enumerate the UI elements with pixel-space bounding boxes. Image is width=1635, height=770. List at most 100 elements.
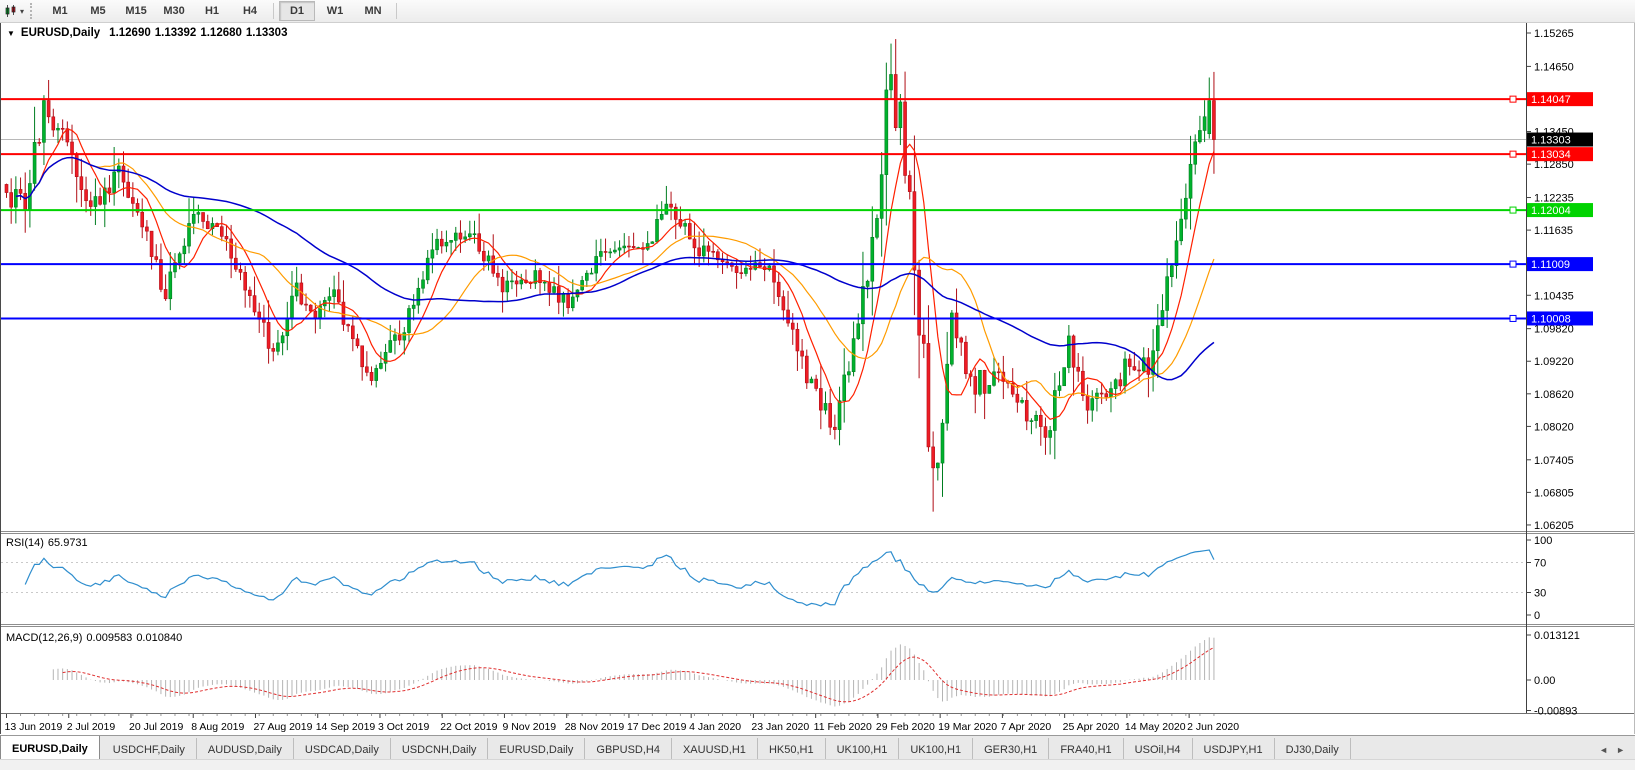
candle-body xyxy=(47,101,50,117)
timeframe-button-m15[interactable]: M15 xyxy=(118,1,154,21)
candle-body xyxy=(777,282,780,296)
candle-body xyxy=(398,335,401,340)
candle-body xyxy=(155,257,158,260)
chart-pointer-icon[interactable]: ▾ xyxy=(0,1,28,21)
candle-body xyxy=(220,227,223,237)
candle-body xyxy=(983,370,986,393)
candle-body xyxy=(14,189,17,207)
mt4-window: ▾ M1M5M15M30H1H4 D1W1MN RSI(14)65.9731 MA… xyxy=(0,0,1635,770)
ohlc-open: 1.12690 xyxy=(109,27,151,39)
y-axis-tick-label: 1.15265 xyxy=(1534,28,1574,40)
date-label: 8 Aug 2019 xyxy=(191,721,244,733)
chart-tab-eurusd-daily[interactable]: EURUSD,Daily xyxy=(0,736,100,759)
candle-body xyxy=(56,128,59,130)
candle-body xyxy=(454,233,457,240)
tab-scroll-left-icon[interactable]: ◄ xyxy=(1599,745,1608,755)
candle-body xyxy=(941,423,944,463)
timeframe-button-mn[interactable]: MN xyxy=(355,1,391,21)
candle-body xyxy=(276,343,279,351)
chart-tab-usdchf-daily[interactable]: USDCHF,Daily xyxy=(102,738,197,759)
chart-symbol-label: EURUSD,Daily xyxy=(21,27,100,39)
candle-body xyxy=(946,364,949,423)
candle-body xyxy=(52,117,55,130)
candle-body xyxy=(1063,368,1066,386)
candle-body xyxy=(726,262,729,263)
chart-tab-xauusd-h1[interactable]: XAUUSD,H1 xyxy=(672,738,758,759)
candle-body xyxy=(618,248,621,250)
timeframe-button-d1[interactable]: D1 xyxy=(279,1,315,21)
candle-body xyxy=(955,313,958,338)
candle-body xyxy=(361,346,364,367)
candle-body xyxy=(1100,393,1103,394)
chart-tab-usdcad-daily[interactable]: USDCAD,Daily xyxy=(294,738,391,759)
candle-body xyxy=(1081,371,1084,395)
rsi-scale-label: 0 xyxy=(1534,610,1540,622)
candle-body xyxy=(702,246,705,256)
timeframe-button-h1[interactable]: H1 xyxy=(194,1,230,21)
candle-body xyxy=(1128,359,1131,367)
candle-body xyxy=(42,101,45,143)
candle-body xyxy=(38,142,41,143)
candle-body xyxy=(61,128,64,129)
candle-body xyxy=(1138,370,1141,371)
current-price-label-text: 1.13303 xyxy=(1531,135,1571,147)
chart-window: RSI(14)65.9731 MACD(12,26,9)0.0095830.01… xyxy=(0,23,1635,734)
chart-tab-fra40-h1[interactable]: FRA40,H1 xyxy=(1049,738,1123,759)
candle-body xyxy=(1035,415,1038,420)
candle-body xyxy=(267,322,270,348)
candle-body xyxy=(744,268,747,273)
candle-body xyxy=(1198,130,1201,141)
chart-tab-uk100-h1[interactable]: UK100,H1 xyxy=(899,738,973,759)
candle-body xyxy=(422,280,425,288)
timeframe-button-m30[interactable]: M30 xyxy=(156,1,192,21)
candle-body xyxy=(127,182,130,197)
candle-body xyxy=(178,254,181,263)
candle-body xyxy=(796,329,799,351)
y-axis-tick-label: 1.09220 xyxy=(1534,356,1574,368)
key-level-price-label-text: 1.11009 xyxy=(1531,259,1570,271)
chart-tab-uk100-h1[interactable]: UK100,H1 xyxy=(826,738,900,759)
candle-body xyxy=(698,248,701,256)
candle-body xyxy=(815,379,818,388)
candle-body xyxy=(1189,164,1192,198)
candle-body xyxy=(403,333,406,340)
chart-tab-eurusd-daily[interactable]: EURUSD,Daily xyxy=(488,738,585,759)
chart-tab-dj30-daily[interactable]: DJ30,Daily xyxy=(1275,738,1351,759)
candle-body xyxy=(824,403,827,410)
candle-body xyxy=(880,175,883,219)
candle-body xyxy=(787,310,790,323)
candle-body xyxy=(782,297,785,310)
chart-tab-usdjpy-h1[interactable]: USDJPY,H1 xyxy=(1193,738,1275,759)
timeframe-button-w1[interactable]: W1 xyxy=(317,1,353,21)
chart-tab-ger30-h1[interactable]: GER30,H1 xyxy=(973,738,1049,759)
candle-body xyxy=(674,207,677,219)
candle-body xyxy=(253,296,256,312)
candle-body xyxy=(609,252,612,253)
symbol-dropdown-icon[interactable]: ▼ xyxy=(7,29,15,38)
candle-body xyxy=(108,188,111,193)
candle-body xyxy=(964,342,967,374)
chart-tab-usdcnh-daily[interactable]: USDCNH,Daily xyxy=(391,738,489,759)
timeframe-button-h4[interactable]: H4 xyxy=(232,1,268,21)
timeframe-button-m1[interactable]: M1 xyxy=(42,1,78,21)
candle-body xyxy=(309,305,312,311)
timeframe-button-m5[interactable]: M5 xyxy=(80,1,116,21)
toolbar-grip[interactable] xyxy=(30,3,37,19)
candle-body xyxy=(1208,101,1211,134)
top-toolbar: ▾ M1M5M15M30H1H4 D1W1MN xyxy=(0,0,1635,23)
ma-slow-line xyxy=(16,158,1214,380)
candle-body xyxy=(520,280,523,284)
chart-tab-gbpusd-h4[interactable]: GBPUSD,H4 xyxy=(585,738,672,759)
candle-body xyxy=(1030,421,1033,422)
tab-scroll-right-icon[interactable]: ► xyxy=(1616,745,1625,755)
candle-body xyxy=(1067,336,1070,368)
candle-body xyxy=(333,290,336,297)
chart-tab-hk50-h1[interactable]: HK50,H1 xyxy=(758,738,826,759)
key-level-handle xyxy=(1510,261,1516,267)
candle-body xyxy=(431,250,434,258)
chart-canvas[interactable]: RSI(14)65.9731 MACD(12,26,9)0.0095830.01… xyxy=(1,23,1634,734)
candle-body xyxy=(707,246,710,251)
candle-body xyxy=(202,212,205,221)
chart-tab-audusd-daily[interactable]: AUDUSD,Daily xyxy=(197,738,294,759)
chart-tab-usoil-h4[interactable]: USOil,H4 xyxy=(1124,738,1193,759)
